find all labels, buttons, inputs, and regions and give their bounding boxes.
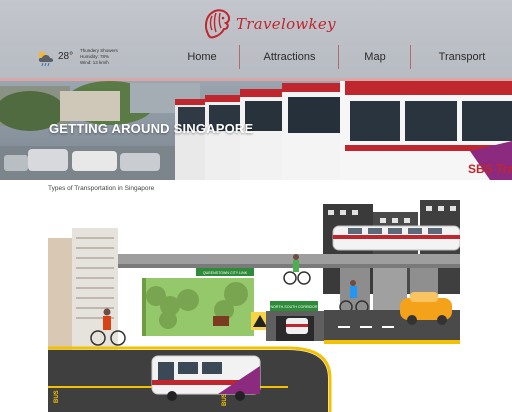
transport-illustration: QUEENSTOWN CITY LINK NORTH-SOUTH CORRIDO… xyxy=(48,198,460,412)
road-sign-2-text: NORTH-SOUTH CORRIDOR xyxy=(270,305,317,309)
site-header: Travelowkey 28° Thundery Showers Humidit… xyxy=(0,0,512,81)
section-label: Types of Transportation in Singapore xyxy=(48,185,155,192)
site-logo[interactable]: Travelowkey xyxy=(200,4,336,42)
main-nav: Home Attractions Map Transport xyxy=(166,45,512,69)
weather-details: Thundery Showers Humidity: 78% Wind: 13 … xyxy=(80,48,118,66)
bus-lane-marking-1: BUS xyxy=(54,390,60,403)
hero-banner: SBS Transit GETTING AROUND SINGAPORE xyxy=(0,81,512,180)
merlion-logo-icon xyxy=(204,9,231,39)
nav-item-attractions[interactable]: Attractions xyxy=(241,45,338,69)
road-sign-1-text: QUEENSTOWN CITY LINK xyxy=(203,271,248,275)
nav-separator xyxy=(338,45,339,69)
cloud-sun-rain-icon xyxy=(38,51,54,67)
transport-illustration-image: QUEENSTOWN CITY LINK NORTH-SOUTH CORRIDO… xyxy=(48,198,460,412)
nav-separator xyxy=(239,45,240,69)
bus-lane-marking-2: BUS xyxy=(222,393,228,406)
nav-item-transport[interactable]: Transport xyxy=(412,45,512,69)
nav-item-map[interactable]: Map xyxy=(340,45,410,69)
hero-title: GETTING AROUND SINGAPORE xyxy=(49,121,254,136)
weather-wind: Wind: 13 km/h xyxy=(80,60,109,65)
temperature: 28° xyxy=(58,51,74,62)
nav-item-home[interactable]: Home xyxy=(166,45,238,69)
nav-separator xyxy=(410,45,411,69)
logo-text: Travelowkey xyxy=(236,15,336,33)
hero-bus-brand: SBS Transit xyxy=(468,162,512,176)
